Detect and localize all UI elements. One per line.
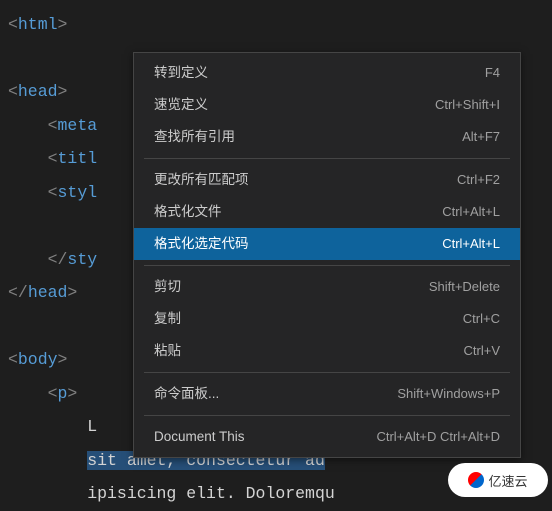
menu-label: 速览定义	[154, 95, 208, 115]
watermark-text: 亿速云	[488, 471, 527, 490]
menu-shortcut: Ctrl+F2	[457, 170, 500, 190]
menu-change-occurrences[interactable]: 更改所有匹配项 Ctrl+F2	[134, 164, 520, 196]
menu-label: 查找所有引用	[154, 127, 235, 147]
menu-cut[interactable]: 剪切 Shift+Delete	[134, 271, 520, 303]
menu-label: 格式化文件	[154, 202, 222, 222]
menu-label: 格式化选定代码	[154, 234, 249, 254]
menu-shortcut: Ctrl+Alt+L	[442, 202, 500, 222]
menu-shortcut: Alt+F7	[462, 127, 500, 147]
context-menu: 转到定义 F4 速览定义 Ctrl+Shift+I 查找所有引用 Alt+F7 …	[133, 52, 521, 458]
menu-shortcut: Ctrl+Shift+I	[435, 95, 500, 115]
menu-label: 粘贴	[154, 341, 181, 361]
menu-separator	[144, 372, 510, 373]
code-line: <html>	[8, 8, 552, 42]
menu-label: 命令面板...	[154, 384, 219, 404]
menu-command-palette[interactable]: 命令面板... Shift+Windows+P	[134, 378, 520, 410]
menu-shortcut: Ctrl+Alt+L	[442, 234, 500, 254]
menu-find-references[interactable]: 查找所有引用 Alt+F7	[134, 121, 520, 153]
menu-label: 剪切	[154, 277, 181, 297]
menu-shortcut: Ctrl+Alt+D Ctrl+Alt+D	[376, 427, 500, 447]
menu-shortcut: F4	[485, 63, 500, 83]
menu-document-this[interactable]: Document This Ctrl+Alt+D Ctrl+Alt+D	[134, 421, 520, 453]
menu-shortcut: Shift+Delete	[429, 277, 500, 297]
watermark-badge: 亿速云	[448, 463, 548, 497]
menu-copy[interactable]: 复制 Ctrl+C	[134, 303, 520, 335]
menu-shortcut: Ctrl+V	[464, 341, 500, 361]
menu-label: 转到定义	[154, 63, 208, 83]
menu-format-selection[interactable]: 格式化选定代码 Ctrl+Alt+L	[134, 228, 520, 260]
menu-shortcut: Ctrl+C	[463, 309, 500, 329]
menu-separator	[144, 158, 510, 159]
menu-separator	[144, 265, 510, 266]
menu-goto-definition[interactable]: 转到定义 F4	[134, 57, 520, 89]
menu-separator	[144, 415, 510, 416]
menu-label: 复制	[154, 309, 181, 329]
menu-peek-definition[interactable]: 速览定义 Ctrl+Shift+I	[134, 89, 520, 121]
menu-label: 更改所有匹配项	[154, 170, 249, 190]
menu-label: Document This	[154, 427, 245, 447]
menu-format-document[interactable]: 格式化文件 Ctrl+Alt+L	[134, 196, 520, 228]
menu-paste[interactable]: 粘贴 Ctrl+V	[134, 335, 520, 367]
watermark-icon	[468, 472, 484, 488]
menu-shortcut: Shift+Windows+P	[397, 384, 500, 404]
